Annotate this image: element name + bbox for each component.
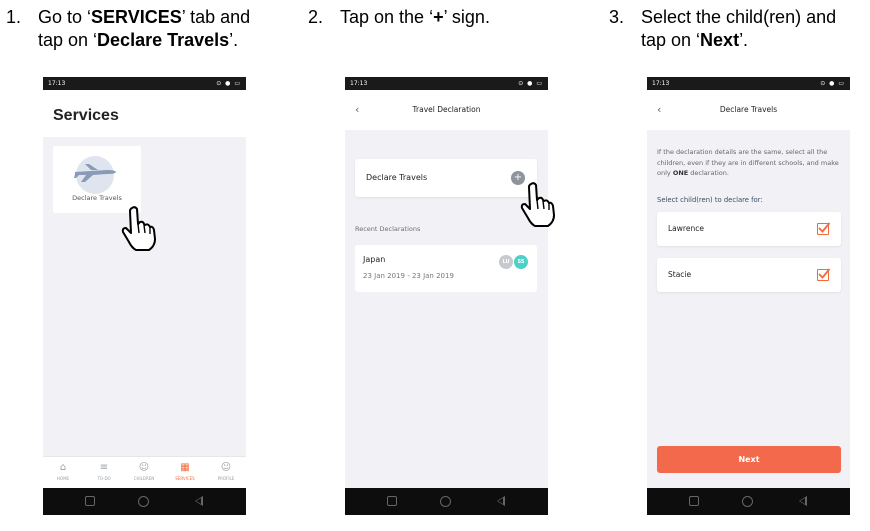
status-time: 17:13 <box>652 80 670 87</box>
recents-icon[interactable] <box>689 496 699 506</box>
status-time: 17:13 <box>48 80 66 87</box>
status-icons: ⊙ ● ▭ <box>216 80 241 87</box>
recent-declarations-heading: Recent Declarations <box>355 225 421 233</box>
page-title: Services <box>53 107 119 124</box>
child-name: Stacie <box>668 270 692 279</box>
back-triangle-icon[interactable] <box>497 496 505 506</box>
grid-icon: ▦ <box>180 462 190 473</box>
child-row-lawrence[interactable]: Lawrence <box>657 212 841 246</box>
screen-header: ‹ Declare Travels <box>647 90 850 130</box>
checkmark-icon <box>818 268 831 279</box>
screen-header: ‹ Travel Declaration <box>345 90 548 130</box>
person-icon: ☺ <box>220 462 232 473</box>
child-name: Lawrence <box>668 224 704 233</box>
back-triangle-icon[interactable] <box>799 496 807 506</box>
tab-children[interactable]: ☺ CHILDREN <box>129 461 159 481</box>
screen-title: Travel Declaration <box>412 105 481 114</box>
status-bar: 17:13 ⊙ ● ▭ <box>647 77 850 90</box>
android-nav-bar <box>43 488 246 515</box>
home-circle-icon[interactable] <box>138 496 149 507</box>
tab-label: SERVICES <box>175 476 195 481</box>
home-circle-icon[interactable] <box>742 496 753 507</box>
step-line: Select the child(ren) and <box>641 7 837 27</box>
card-label: Declare Travels <box>72 194 122 202</box>
pointing-hand-icon <box>121 206 156 251</box>
tab-todo[interactable]: ≡ TO-DO <box>89 461 119 481</box>
step-number: 2. <box>308 7 324 27</box>
step-line: tap on ‘Declare Travels’. <box>38 30 239 50</box>
checkbox-checked[interactable] <box>817 268 831 281</box>
phone-screen-travel-declaration: 17:13 ⊙ ● ▭ ‹ Travel Declaration Declare… <box>345 77 548 515</box>
bottom-tab-bar: ⌂ HOME ≡ TO-DO ☺ CHILDREN ▦ SERVICES ☺ P… <box>43 456 246 488</box>
step-line: Tap on the ‘+’ sign. <box>340 7 490 27</box>
android-nav-bar <box>345 488 548 515</box>
list-icon: ≡ <box>99 462 109 473</box>
declaration-dates: 23 Jan 2019 - 23 Jan 2019 <box>363 272 454 280</box>
avatar: LU <box>499 255 513 269</box>
checkbox-checked[interactable] <box>817 222 831 235</box>
declaration-card[interactable]: Japan 23 Jan 2019 - 23 Jan 2019 LU SS <box>355 245 537 292</box>
tab-label: TO-DO <box>97 476 111 481</box>
checkmark-icon <box>818 222 831 233</box>
status-icons: ⊙ ● ▭ <box>820 80 845 87</box>
select-children-label: Select child(ren) to declare for: <box>657 196 763 204</box>
avatar: SS <box>514 255 528 269</box>
tab-label: HOME <box>56 476 70 481</box>
phone-screen-declare-travels: 17:13 ⊙ ● ▭ ‹ Declare Travels If the dec… <box>647 77 850 515</box>
status-bar: 17:13 ⊙ ● ▭ <box>345 77 548 90</box>
step-line: Go to ‘SERVICES’ tab and <box>38 7 251 27</box>
declare-travels-row[interactable]: Declare Travels + <box>355 159 537 197</box>
recents-icon[interactable] <box>387 496 397 506</box>
next-button[interactable]: Next <box>657 446 841 473</box>
child-row-stacie[interactable]: Stacie <box>657 258 841 292</box>
tab-label: CHILDREN <box>133 476 155 481</box>
airplane-icon <box>74 164 116 182</box>
recents-icon[interactable] <box>85 496 95 506</box>
tab-profile[interactable]: ☺ PROFILE <box>211 461 241 481</box>
status-icons: ⊙ ● ▭ <box>518 80 543 87</box>
home-icon: ⌂ <box>59 462 67 473</box>
step-number: 3. <box>609 7 625 27</box>
back-triangle-icon[interactable] <box>195 496 203 506</box>
status-time: 17:13 <box>350 80 368 87</box>
tab-services[interactable]: ▦ SERVICES <box>170 461 200 481</box>
declaration-destination: Japan <box>363 255 386 264</box>
phone-screen-services: 17:13 ⊙ ● ▭ Services Declare Travels ⌂ H… <box>43 77 246 515</box>
step-number: 1. <box>6 7 22 27</box>
screen-title: Declare Travels <box>719 105 778 114</box>
declare-travels-label: Declare Travels <box>366 173 428 182</box>
child-icon: ☺ <box>138 462 150 473</box>
pointing-hand-icon <box>520 182 555 227</box>
services-header: Services <box>43 90 246 137</box>
step-line: tap on ‘Next’. <box>641 30 749 50</box>
declare-travels-card[interactable]: Declare Travels <box>53 146 141 213</box>
android-nav-bar <box>647 488 850 515</box>
tab-home[interactable]: ⌂ HOME <box>48 461 78 481</box>
status-bar: 17:13 ⊙ ● ▭ <box>43 77 246 90</box>
home-circle-icon[interactable] <box>440 496 451 507</box>
info-text: If the declaration details are the same,… <box>657 148 839 177</box>
tab-label: PROFILE <box>217 476 235 481</box>
